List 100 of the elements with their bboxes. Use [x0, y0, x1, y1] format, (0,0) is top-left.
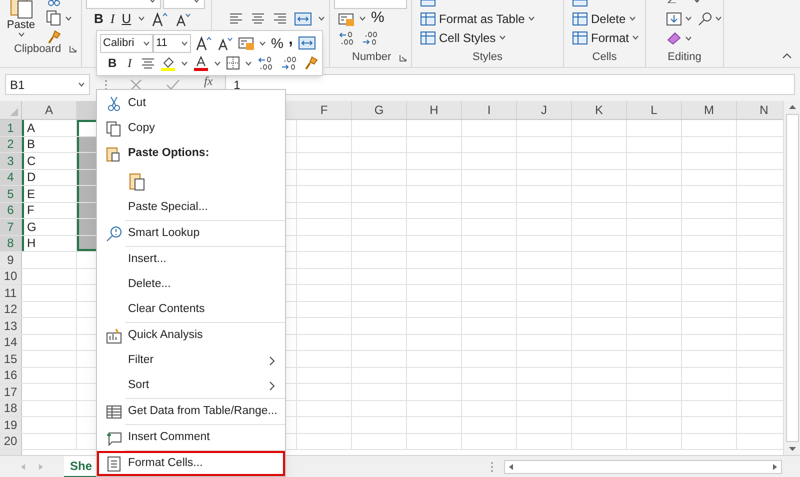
row-header[interactable]: 16: [0, 368, 22, 383]
ribbon-command[interactable]: Delete: [591, 10, 626, 28]
row-header[interactable]: 19: [0, 417, 22, 432]
align-center-icon[interactable]: [250, 12, 266, 26]
menu-item[interactable]: Format Cells...: [97, 451, 285, 476]
search-icon[interactable]: [698, 12, 712, 26]
percent-button[interactable]: %: [271, 32, 284, 54]
menu-item[interactable]: Clear Contents: [97, 297, 285, 322]
chevron-right-icon[interactable]: [269, 380, 275, 390]
caret-icon[interactable]: [318, 16, 325, 21]
column-header[interactable]: G: [374, 101, 384, 119]
bold-button[interactable]: B: [108, 54, 117, 72]
decrease-decimal-icon[interactable]: [280, 55, 298, 71]
row-header[interactable]: 9: [0, 252, 22, 268]
dialog-launcher-icon[interactable]: [69, 45, 77, 53]
format-painter-icon[interactable]: [302, 55, 319, 71]
accounting-format-icon[interactable]: [338, 10, 354, 26]
ribbon-command[interactable]: Format: [591, 28, 630, 46]
italic-button[interactable]: I: [110, 8, 115, 28]
comment-icon[interactable]: [106, 430, 122, 446]
grow-font-icon[interactable]: [152, 10, 168, 26]
column-header[interactable]: M: [704, 101, 714, 119]
decrease-decimal-icon[interactable]: [361, 30, 379, 46]
delete-cells-icon[interactable]: [572, 10, 588, 26]
row-header[interactable]: 3: [0, 153, 22, 168]
row-header[interactable]: 1: [0, 120, 22, 136]
caret-icon[interactable]: [18, 32, 24, 37]
scroll-down-icon[interactable]: [788, 446, 796, 452]
row-header[interactable]: 6: [0, 202, 22, 218]
row-header[interactable]: 10: [0, 268, 22, 284]
row-header[interactable]: 8: [0, 236, 22, 251]
row-header[interactable]: 17: [0, 384, 22, 400]
format-cells-icon[interactable]: [572, 30, 588, 46]
ribbon-command[interactable]: Cell Styles: [439, 28, 496, 46]
dialog-launcher-icon[interactable]: [399, 54, 407, 62]
borders-icon[interactable]: [226, 56, 240, 70]
drag-handle-icon[interactable]: [490, 460, 494, 472]
percent-button[interactable]: %: [371, 7, 384, 30]
row-header[interactable]: 18: [0, 400, 22, 416]
menu-item[interactable]: Insert Comment: [97, 425, 285, 450]
menu-item[interactable]: Filter: [97, 348, 285, 373]
menu-item[interactable]: Get Data from Table/Range...: [97, 399, 285, 424]
menu-item[interactable]: Paste Special...: [97, 195, 285, 220]
column-header[interactable]: N: [760, 101, 768, 119]
caret-icon[interactable]: [685, 16, 692, 21]
accounting-format-icon[interactable]: [238, 35, 254, 51]
table-icon[interactable]: [106, 404, 122, 420]
fill-down-icon[interactable]: [666, 12, 682, 26]
formula-input[interactable]: 1: [224, 74, 795, 95]
scroll-thumb[interactable]: [786, 114, 798, 442]
merge-center-icon[interactable]: [294, 10, 312, 26]
fill-color-icon[interactable]: [160, 55, 176, 71]
menu-item[interactable]: Quick Analysis: [97, 323, 285, 348]
caret-icon[interactable]: [685, 36, 692, 40]
chevron-right-icon[interactable]: [269, 356, 275, 366]
caret-icon[interactable]: [244, 60, 252, 66]
row-header[interactable]: 2: [0, 136, 22, 152]
caret-icon[interactable]: [214, 60, 221, 66]
align-left-icon[interactable]: [228, 12, 244, 26]
row-header[interactable]: 7: [0, 219, 22, 234]
merge-center-icon[interactable]: [298, 35, 316, 51]
caret-icon[interactable]: [259, 40, 266, 46]
font-name-field[interactable]: Calibri: [100, 34, 153, 52]
copy-icon[interactable]: [46, 10, 62, 26]
increase-decimal-icon[interactable]: [338, 30, 356, 46]
row-header[interactable]: 13: [0, 318, 22, 334]
collapse-ribbon-icon[interactable]: [782, 53, 792, 59]
paste-label[interactable]: Paste: [6, 19, 36, 32]
row-header[interactable]: 20: [0, 434, 22, 449]
copy-icon[interactable]: [106, 120, 122, 136]
vertical-scrollbar[interactable]: [783, 101, 800, 455]
caret-icon[interactable]: [143, 40, 150, 46]
italic-button[interactable]: I: [128, 54, 132, 72]
column-header[interactable]: L: [650, 101, 658, 119]
insert-function-button[interactable]: fx: [204, 75, 213, 87]
caret-icon[interactable]: [138, 16, 146, 21]
magnifier-icon[interactable]: [106, 226, 122, 242]
cell-styles-icon[interactable]: [420, 30, 436, 46]
menu-item[interactable]: Sort: [97, 373, 285, 398]
scissors-icon[interactable]: [106, 96, 120, 112]
clipboard-icon[interactable]: [106, 146, 120, 162]
format-cells-icon[interactable]: [106, 456, 120, 472]
column-header[interactable]: F: [320, 101, 328, 119]
paste-icon[interactable]: [129, 171, 145, 191]
menu-item[interactable]: Copy: [97, 116, 285, 141]
row-header[interactable]: 4: [0, 170, 22, 185]
increase-decimal-icon[interactable]: [256, 55, 275, 71]
grow-font-icon[interactable]: [196, 35, 212, 51]
sheet-tab[interactable]: She: [64, 456, 98, 477]
column-header[interactable]: K: [594, 101, 603, 119]
row-header[interactable]: 15: [0, 351, 22, 366]
align-center-icon[interactable]: [140, 57, 155, 69]
column-header[interactable]: J: [541, 101, 547, 119]
row-header[interactable]: 5: [0, 186, 22, 202]
name-box[interactable]: B1: [5, 74, 90, 95]
comma-style-button[interactable]: ,: [288, 35, 293, 45]
bold-button[interactable]: B: [94, 8, 104, 28]
column-header[interactable]: A: [44, 101, 53, 119]
format-painter-icon[interactable]: [46, 29, 62, 45]
column-header[interactable]: I: [487, 101, 491, 119]
